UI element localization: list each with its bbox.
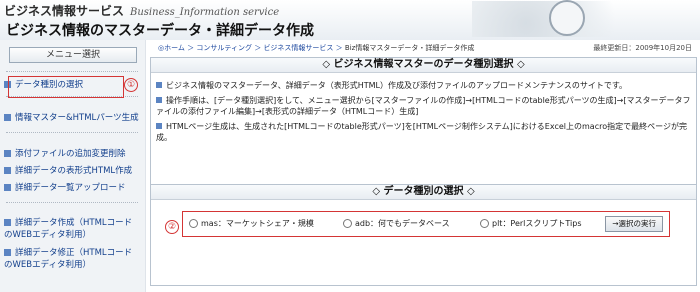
option-row: mas：マーケットシェア・規模 adb：何でもデータベース plt：Perlスク…	[182, 211, 670, 237]
panel-body: ビジネス情報のマスターデータ、詳細データ（表形式HTML）作成及び添付ファイルの…	[156, 80, 691, 147]
sidebar-item-label: 情報マスター&HTMLパーツ生成	[15, 113, 139, 123]
marker-2: ②	[165, 220, 179, 234]
paragraph-text: HTMLページ生成は、生成された[HTMLコードのtable形式パーツ]を[HT…	[156, 122, 687, 142]
breadcrumb-home[interactable]: ◎ホーム	[158, 44, 185, 52]
sidebar-item-attachments[interactable]: 添付ファイルの追加変更削除	[4, 148, 126, 160]
bullet-icon	[156, 97, 162, 103]
bullet-icon	[4, 249, 11, 256]
divider	[6, 132, 138, 133]
bullet-icon	[4, 219, 11, 226]
panel-title: ◇ ビジネス情報マスターのデータ種別選択 ◇	[151, 58, 696, 73]
sidebar-item-master-html[interactable]: 情報マスター&HTMLパーツ生成	[4, 112, 139, 124]
bullet-icon	[156, 123, 162, 129]
sidebar-item-edit-detail[interactable]: 詳細データ修正（HTMLコードのWEBエディタ利用）	[4, 247, 136, 271]
radio-label: mas：マーケットシェア・規模	[201, 219, 314, 228]
radio-adb[interactable]: adb：何でもデータベース	[343, 218, 450, 229]
page-title: ビジネス情報のマスターデータ・詳細データ作成	[6, 23, 314, 39]
sidebar-item-label: 詳細データ一覧アップロード	[15, 183, 126, 193]
sidebar-item-upload[interactable]: 詳細データ一覧アップロード	[4, 182, 126, 194]
sidebar-item-detail-table[interactable]: 詳細データの表形式HTML作成	[4, 165, 132, 177]
sidebar-item-label: 詳細データ作成（HTMLコードのWEBエディタ利用）	[4, 218, 133, 240]
highlight-box-1	[8, 76, 124, 98]
paragraph: HTMLページ生成は、生成された[HTMLコードのtable形式パーツ]を[HT…	[156, 121, 691, 143]
paragraph-text: ビジネス情報のマスターデータ、詳細データ（表形式HTML）作成及び添付ファイルの…	[166, 81, 628, 90]
radio-label: adb：何でもデータベース	[355, 219, 450, 228]
panel-title: ◇ データ種別の選択 ◇	[151, 185, 696, 200]
paragraph-text: 操作手順は、[データ種別選択]をして、メニュー選択から[マスターファイルの作成]…	[156, 96, 691, 116]
radio-mas[interactable]: mas：マーケットシェア・規模	[189, 218, 314, 229]
breadcrumb-sep: ＞	[254, 44, 262, 52]
breadcrumb-consulting[interactable]: コンサルティング	[196, 44, 252, 52]
last-updated: 最終更新日：2009年10月20日	[593, 44, 692, 52]
app-name-jp: ビジネス情報サービス	[4, 4, 125, 18]
sidebar-item-label: 詳細データ修正（HTMLコードのWEBエディタ利用）	[4, 248, 133, 270]
bullet-icon	[4, 167, 11, 174]
breadcrumb-sep: ＞	[335, 44, 343, 52]
radio-icon[interactable]	[343, 219, 352, 228]
divider	[6, 71, 138, 72]
bullet-icon	[156, 82, 162, 88]
menu-title: メニュー選択	[9, 47, 137, 63]
data-select-panel: ◇ データ種別の選択 ◇ ② mas：マーケットシェア・規模 adb：何でもデー…	[150, 184, 697, 286]
paragraph: ビジネス情報のマスターデータ、詳細データ（表形式HTML）作成及び添付ファイルの…	[156, 80, 691, 91]
bullet-icon	[4, 150, 11, 157]
bullet-icon	[4, 184, 11, 191]
marker-1: ①	[124, 78, 138, 92]
breadcrumb-service[interactable]: ビジネス情報サービス	[263, 44, 333, 52]
app-name: ビジネス情報サービス Business_Information service	[4, 2, 279, 19]
bullet-icon	[4, 114, 11, 121]
main-content: ◎ホーム ＞ コンサルティング ＞ ビジネス情報サービス ＞ Biz情報マスター…	[150, 40, 697, 292]
radio-label: plt：PerlスクリプトTips	[492, 219, 582, 228]
paragraph: 操作手順は、[データ種別選択]をして、メニュー選択から[マスターファイルの作成]…	[156, 95, 691, 117]
sidebar-item-label: 詳細データの表形式HTML作成	[15, 166, 133, 176]
breadcrumb-current: Biz情報マスターデータ・詳細データ作成	[344, 44, 475, 52]
app-name-en: Business_Information service	[130, 7, 280, 18]
clock-icon	[549, 0, 585, 36]
sidebar-item-label: 添付ファイルの追加変更削除	[15, 149, 126, 159]
radio-plt[interactable]: plt：PerlスクリプトTips	[480, 218, 582, 229]
divider	[6, 202, 138, 203]
sidebar-item-create-detail[interactable]: 詳細データ作成（HTMLコードのWEBエディタ利用）	[4, 217, 136, 241]
page-header: ビジネス情報サービス Business_Information service ビ…	[0, 0, 700, 40]
breadcrumb-sep: ＞	[187, 44, 195, 52]
radio-icon[interactable]	[480, 219, 489, 228]
data-type-panel: ◇ ビジネス情報マスターのデータ種別選択 ◇ ビジネス情報のマスターデータ、詳細…	[150, 57, 697, 196]
run-selection-button[interactable]: →選択の実行	[605, 216, 663, 232]
radio-icon[interactable]	[189, 219, 198, 228]
